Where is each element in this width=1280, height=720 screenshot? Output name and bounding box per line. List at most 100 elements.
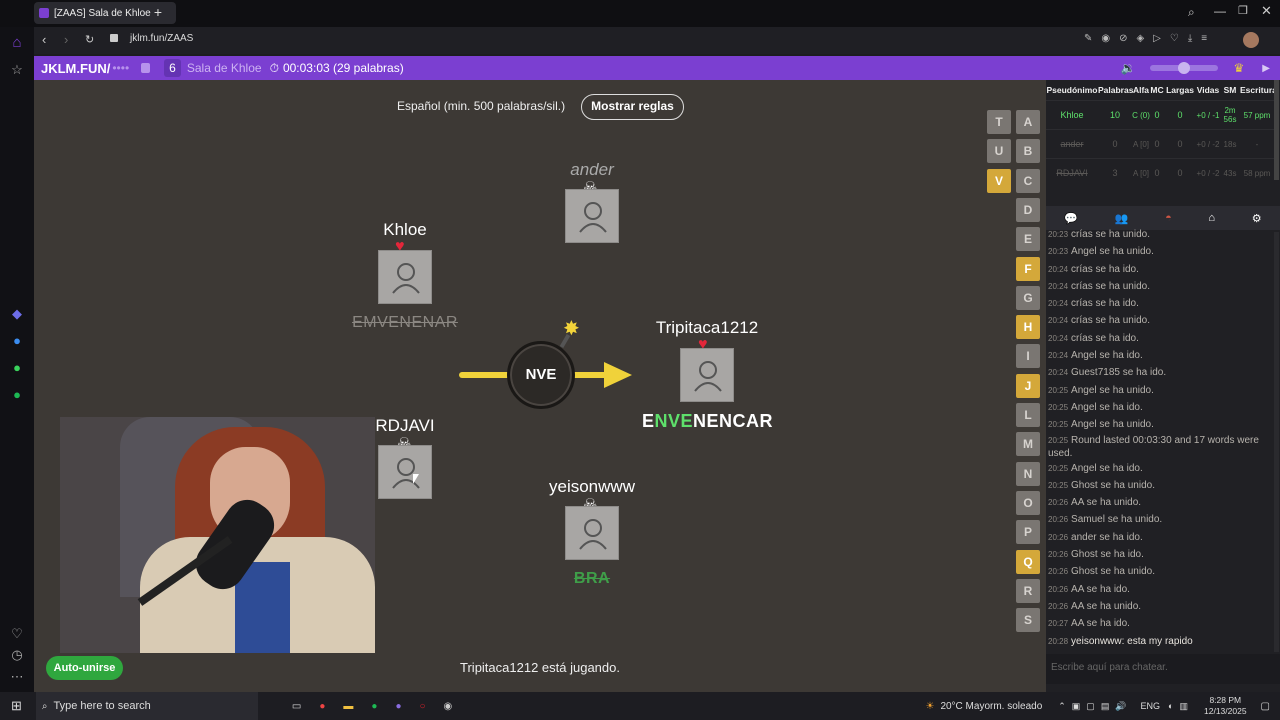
- chat-message: 20:23 crías se ha unido.: [1048, 226, 1274, 243]
- settings-tab-icon[interactable]: ⚙: [1252, 212, 1262, 225]
- turn-status: Tripitaca1212 está jugando.: [460, 660, 620, 675]
- timer-icon: ⏱: [269, 60, 279, 75]
- last-word-khloe: EMVENENAR: [352, 314, 458, 331]
- chat-timestamp: 20:25: [1048, 385, 1069, 395]
- chat-text: Ghost se ha unido.: [1071, 566, 1155, 578]
- bookmark-icon[interactable]: ☆: [8, 61, 26, 79]
- stats-header-cell[interactable]: MC: [1150, 85, 1164, 95]
- stats-header-cell[interactable]: Pseudónimo: [1046, 85, 1098, 95]
- letter-r: R: [1016, 578, 1040, 603]
- round-timer: 00:03:03 (29 palabras): [282, 61, 404, 75]
- room-tab-icon[interactable]: ⌂: [1208, 212, 1215, 224]
- stats-header-cell[interactable]: Largas: [1164, 85, 1196, 95]
- url-field[interactable]: jklm.fun/ZAAS: [130, 33, 193, 44]
- profile-avatar[interactable]: [1243, 32, 1259, 48]
- reload-icon[interactable]: ↻: [85, 33, 94, 46]
- letter-o: O: [1016, 490, 1040, 515]
- minimize-button[interactable]: —: [1214, 4, 1226, 18]
- messenger-icon[interactable]: ●: [8, 332, 26, 350]
- player-count: 6: [164, 59, 181, 77]
- task-view-icon[interactable]: ▭: [292, 701, 301, 712]
- chat-message: 20:24 Guest7185 se ha ido.: [1048, 364, 1274, 381]
- new-tab-button[interactable]: +: [150, 4, 166, 20]
- windows-start-icon[interactable]: ⊞: [11, 698, 22, 714]
- bonus-letter-v: V: [987, 168, 1011, 193]
- volume-knob[interactable]: [1177, 62, 1190, 74]
- extensions-icons[interactable]: ✎◉⊘◈▷♡⤓≡: [1084, 33, 1216, 44]
- chat-text: Angel se ha unido.: [1071, 246, 1154, 258]
- heart-icon[interactable]: ♡: [8, 625, 26, 643]
- game-tab-icon[interactable]: ◓: [1165, 212, 1172, 224]
- chat-tab-icon[interactable]: 💬: [1064, 212, 1078, 225]
- player-name-yeisonwww: yeisonwww: [549, 477, 635, 496]
- home-icon[interactable]: ⌂: [8, 34, 26, 52]
- obs-taskbar-icon[interactable]: ◉: [444, 701, 453, 712]
- show-rules-button[interactable]: Mostrar reglas: [581, 94, 684, 120]
- app-taskbar-icon[interactable]: ●: [395, 701, 401, 712]
- avatar-tripitaca: [680, 348, 734, 402]
- taskbar-search[interactable]: ⌕ Type here to search: [35, 692, 258, 720]
- chrome-icon[interactable]: ●: [319, 701, 325, 712]
- forward-icon[interactable]: ›: [64, 32, 68, 47]
- player-name-rdjavi: RDJAVI: [375, 416, 435, 435]
- site-label[interactable]: JKLM.FUN/: [41, 61, 110, 76]
- tray-icons-2[interactable]: ◐▥: [1168, 701, 1194, 712]
- auto-join-button[interactable]: Auto-unirse: [46, 656, 123, 680]
- search-tabs-icon[interactable]: ⌕: [1188, 5, 1195, 20]
- history-icon[interactable]: ◷: [8, 646, 26, 664]
- chat-message: 20:25 Angel se ha ido.: [1048, 399, 1274, 416]
- stats-header-cell[interactable]: SM: [1220, 85, 1240, 95]
- clock-date: 12/13/2025: [1204, 706, 1247, 716]
- spotify-taskbar-icon[interactable]: ●: [371, 701, 377, 712]
- avatar-yeisonwww: [565, 506, 619, 560]
- players-tab-icon[interactable]: 👥: [1115, 212, 1129, 225]
- letter-c: C: [1016, 168, 1040, 193]
- stats-cell-words: 3: [1112, 167, 1118, 178]
- chat-input[interactable]: Escribe aquí para chatear.: [1046, 654, 1280, 684]
- notification-icon[interactable]: ▢: [1261, 701, 1270, 712]
- close-button[interactable]: ✕: [1261, 3, 1272, 19]
- chat-text: Guest7185 se ha ido.: [1071, 367, 1167, 379]
- opera-taskbar-icon[interactable]: ○: [420, 701, 426, 712]
- avatar-ander: [565, 189, 619, 243]
- language-indicator[interactable]: ENG: [1141, 701, 1161, 711]
- chat-timestamp: 20:26: [1048, 532, 1069, 542]
- volume-slider[interactable]: [1149, 62, 1218, 74]
- more-icon[interactable]: ⋯: [8, 668, 26, 686]
- stats-cell-vidas: +0 / -1: [1196, 110, 1220, 120]
- chat-scrollbar[interactable]: [1274, 232, 1279, 652]
- tray-icons[interactable]: ⌃▣▢▤🔊: [1058, 701, 1132, 712]
- bonus-letter-t: T: [987, 110, 1011, 134]
- whatsapp-icon[interactable]: ●: [8, 359, 26, 377]
- clock[interactable]: 8:28 PM 12/13/2025: [1204, 695, 1247, 717]
- stats-header-cell[interactable]: Vidas: [1196, 85, 1220, 95]
- chat-text: crías se ha ido.: [1071, 298, 1139, 310]
- weather-text[interactable]: 20°C Mayorm. soleado: [940, 701, 1042, 712]
- expand-icon[interactable]: ▶: [1262, 63, 1270, 74]
- stats-header-cell[interactable]: Escritura: [1240, 85, 1277, 95]
- stats-header-cell[interactable]: Alfa: [1132, 85, 1150, 95]
- room-header: JKLM.FUN/ •••• 6 Sala de Khloe ⏱ 00:03:0…: [34, 56, 1280, 80]
- spotify-icon[interactable]: ●: [8, 386, 26, 404]
- stats-cell-alfa: A [0]: [1132, 168, 1149, 178]
- opera-sidebar: ⌂ ☆ ◆ ● ● ● ♡ ◷ ⋯: [0, 0, 34, 720]
- letter-a: A: [1016, 110, 1040, 134]
- chat-message: 20:26 Samuel se ha unido.: [1048, 511, 1274, 528]
- letter-f: F: [1016, 256, 1040, 281]
- crown-icon[interactable]: ♛: [1234, 61, 1245, 75]
- stats-scrollbar[interactable]: [1274, 80, 1279, 180]
- chat-text: Ghost se ha ido.: [1071, 549, 1144, 561]
- bonus-letter-u: U: [987, 139, 1011, 164]
- maximize-button[interactable]: ❐: [1238, 4, 1248, 17]
- chat-text: crías se ha ido.: [1071, 332, 1139, 344]
- chat-text: Angel se ha ido.: [1071, 350, 1143, 362]
- aria-icon[interactable]: ◆: [8, 305, 26, 323]
- player-name-ander: ander: [570, 160, 614, 179]
- stats-cell-largas: 0: [1177, 138, 1183, 149]
- chat-text: ander se ha ido.: [1071, 531, 1143, 543]
- explorer-icon[interactable]: ▬: [343, 701, 353, 712]
- volume-icon[interactable]: 🔉: [1121, 61, 1136, 75]
- back-icon[interactable]: ‹: [42, 32, 46, 47]
- stats-header-cell[interactable]: Palabras: [1098, 85, 1133, 95]
- lock-icon: [141, 63, 151, 73]
